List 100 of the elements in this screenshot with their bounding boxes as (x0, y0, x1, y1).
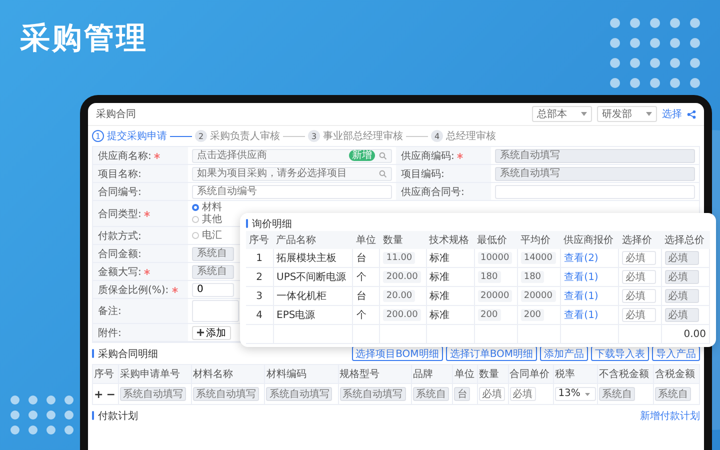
field-label: 供应商名称: (98, 150, 152, 162)
input-field[interactable]: 必填 (622, 289, 656, 303)
column-header: 不含税金额 (597, 364, 654, 384)
input-field[interactable]: 系统自动填写 (266, 387, 332, 401)
input-field[interactable]: 系统自 (192, 246, 234, 260)
input-field[interactable]: 系统自 (192, 264, 234, 278)
new-badge[interactable]: 新增 (349, 150, 375, 161)
field-label: 合同金额: (98, 248, 142, 260)
dropdown[interactable]: 总部本 (532, 106, 592, 122)
outline-button[interactable]: 添加产品 (540, 346, 588, 361)
row-control[interactable]: − (106, 388, 116, 400)
table-cell: 台 (352, 249, 380, 268)
input-field[interactable]: 系统自 (598, 387, 635, 401)
radio-button[interactable] (192, 232, 199, 239)
field-label: 付款方式: (98, 230, 142, 242)
input-field[interactable]: 必填 (665, 289, 700, 303)
input-field[interactable]: 系统自动填写 (193, 387, 260, 401)
input-field[interactable]: 系统自 (412, 387, 449, 401)
outline-button[interactable]: 导入产品 (652, 346, 700, 361)
window-title: 采购合同 (96, 108, 136, 121)
view-link[interactable]: 查看(1) (564, 291, 598, 302)
column-header: 平均价 (517, 231, 561, 249)
column-header: 规格型号 (338, 364, 412, 384)
caret-icon (581, 112, 587, 116)
required-icon (154, 152, 160, 158)
table-cell: 拓展模块主板 (273, 249, 353, 268)
row-control[interactable]: + (94, 388, 104, 400)
textarea-field[interactable] (192, 300, 239, 322)
share-icon[interactable] (687, 110, 696, 118)
value-box: 200.00 (383, 309, 421, 321)
table-cell: 个 (352, 268, 380, 286)
column-header: 单位 (352, 231, 380, 249)
input-field[interactable]: 必填 (478, 387, 505, 401)
value-box: 200.00 (383, 271, 421, 283)
input-field[interactable]: 台 (454, 387, 470, 401)
column-header: 序号 (92, 364, 118, 384)
dropdown[interactable]: 研发部 (597, 106, 657, 122)
input-field[interactable]: 必填 (665, 270, 700, 284)
required-icon (172, 286, 178, 292)
input-field[interactable]: 必填 (510, 387, 536, 401)
input-field[interactable]: 系统自动编号 (192, 184, 392, 198)
input-field[interactable]: 必填 (665, 308, 700, 322)
section-title: 采购合同明细 (98, 348, 158, 360)
value-box: 20000 (478, 290, 512, 302)
column-header: 含税金额 (654, 364, 700, 384)
column-header: 选择价 (618, 231, 662, 249)
field-label: 合同编号: (98, 186, 142, 198)
column-header: 税率 (554, 364, 598, 384)
step-label: 采购负责人审核 (210, 130, 280, 143)
column-header: 单位 (452, 364, 478, 384)
required-icon (144, 268, 150, 274)
input-field[interactable]: 必填 (665, 251, 700, 265)
radio-label: 材料 (202, 202, 222, 213)
search-icon[interactable] (379, 170, 387, 178)
outline-button[interactable]: 下载导入表 (591, 346, 649, 361)
radio-button[interactable] (192, 204, 199, 211)
input-field[interactable]: 系统自 (655, 387, 692, 401)
search-icon[interactable] (379, 152, 387, 160)
value-box: 180 (478, 271, 501, 283)
caret-icon (585, 392, 590, 396)
field-label: 金额大写: (98, 266, 142, 278)
add-button[interactable]: 添加 (192, 326, 231, 340)
step-label: 事业部总经理审核 (323, 130, 403, 143)
view-link[interactable]: 查看(1) (564, 272, 598, 283)
outline-button[interactable]: 选择项目BOM明细 (352, 346, 443, 361)
page-title: 采购管理 (20, 20, 148, 58)
caret-icon (646, 112, 652, 116)
input-field[interactable]: 必填 (622, 308, 656, 322)
section-title: 付款计划 (98, 410, 138, 422)
step-number: 1 (92, 130, 104, 142)
column-header: 产品名称 (273, 231, 353, 249)
input-field[interactable]: 必填 (622, 251, 656, 265)
table-cell: 标准 (426, 268, 474, 286)
input-field[interactable]: 必填 (622, 270, 656, 284)
value-box: 180 (520, 271, 544, 283)
input-field[interactable]: 系统自动填写 (340, 387, 406, 401)
required-icon (457, 152, 464, 158)
title-marker (246, 219, 248, 228)
input-field[interactable]: 0 (192, 282, 234, 296)
value-box: 20.00 (383, 290, 416, 302)
plus-icon (197, 329, 204, 336)
field-label: 备注: (98, 304, 122, 318)
step-number: 2 (195, 130, 207, 142)
add-plan-link[interactable]: 新增付款计划 (640, 408, 700, 422)
outline-button[interactable]: 选择订单BOM明细 (446, 346, 537, 361)
step-label: 提交采购申请 (107, 130, 167, 143)
field-label: 合同类型: (98, 208, 142, 220)
column-header: 技术规格 (426, 231, 474, 249)
step-number: 4 (431, 130, 443, 142)
view-link[interactable]: 查看(1) (564, 310, 598, 321)
dropdown[interactable]: 13% (555, 387, 596, 401)
radio-button[interactable] (192, 216, 199, 223)
select-link[interactable]: 选择 (662, 107, 682, 121)
input-field[interactable] (495, 184, 695, 198)
table-cell: 标准 (426, 306, 474, 324)
value-box: 14000 (520, 252, 556, 264)
input-field[interactable]: 如果为项目采购，请务必选择项目 (192, 166, 392, 180)
step-label: 总经理审核 (446, 130, 496, 143)
view-link[interactable]: 查看(2) (564, 253, 598, 264)
input-field[interactable]: 系统自动填写 (120, 387, 186, 401)
